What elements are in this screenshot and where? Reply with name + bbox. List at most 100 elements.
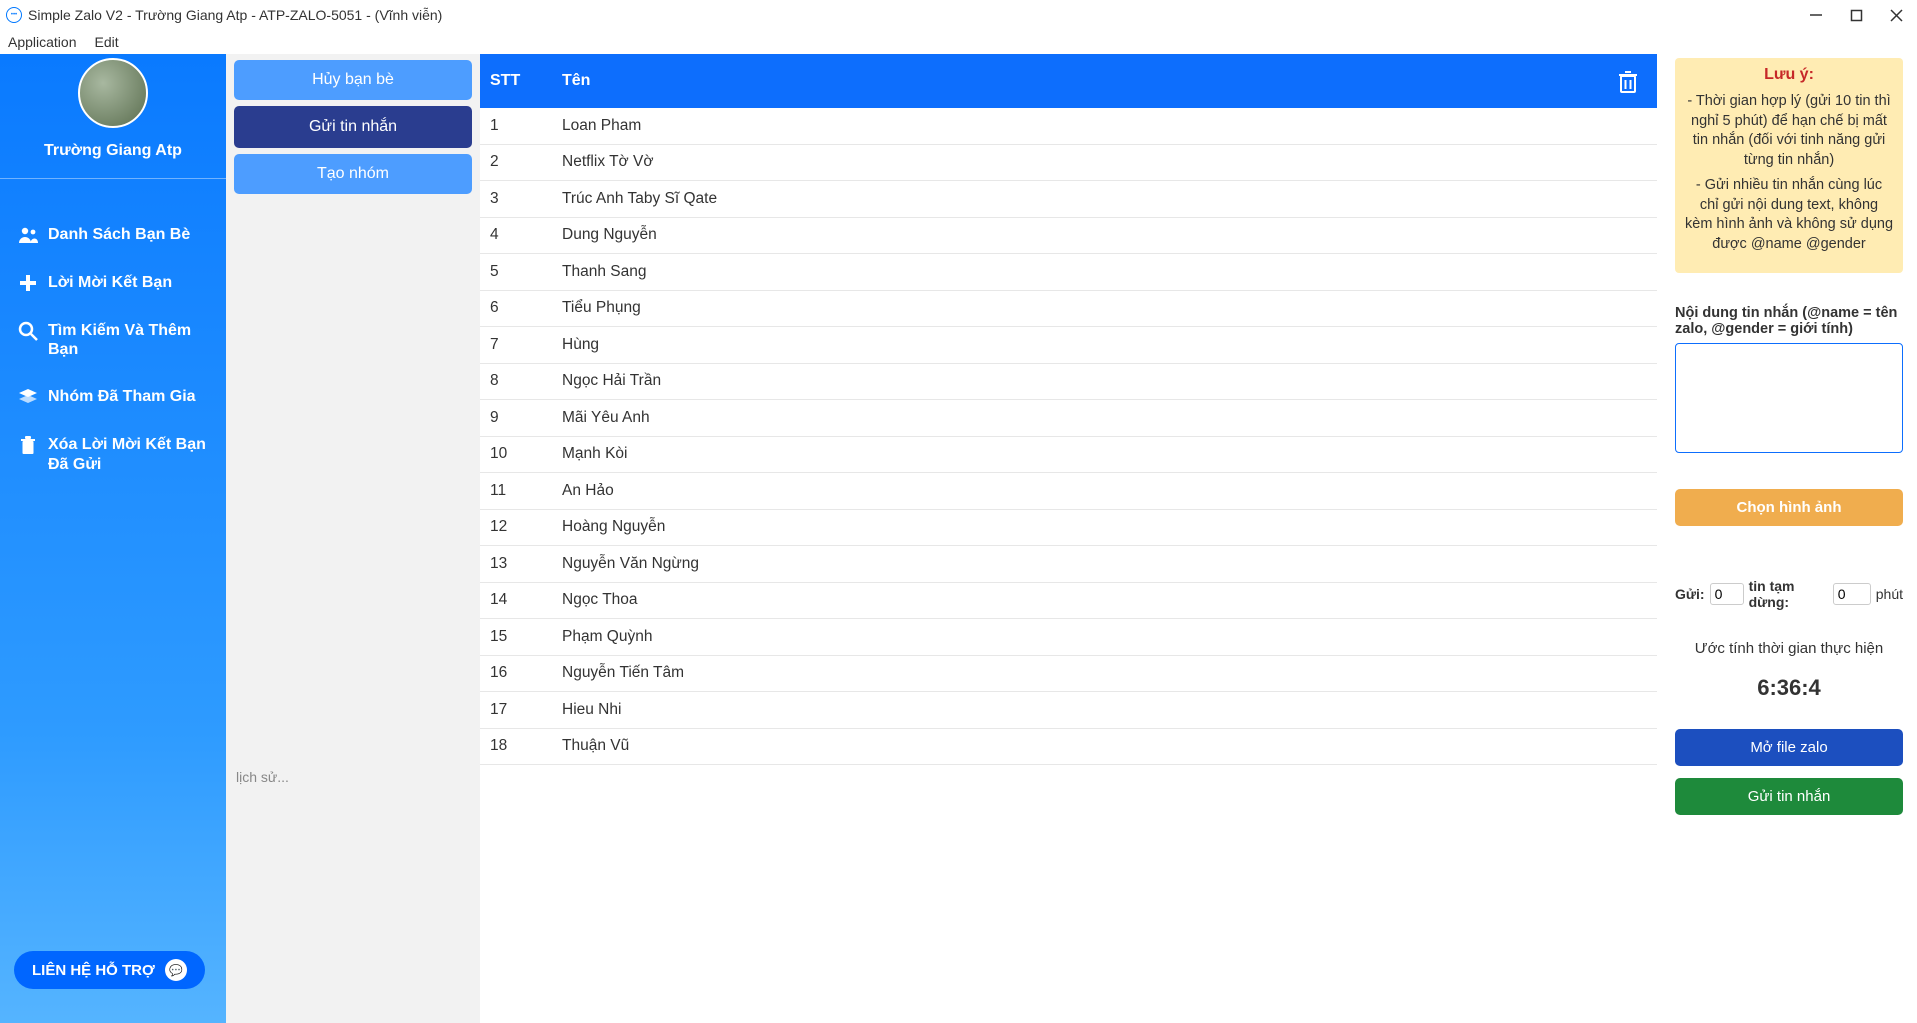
titlebar: Simple Zalo V2 - Trường Giang Atp - ATP-… — [0, 0, 1917, 30]
cell-name: Trúc Anh Taby Sĩ Qate — [562, 190, 1657, 208]
sidebar-item-friends[interactable]: Danh Sách Bạn Bè — [0, 211, 226, 259]
history-placeholder: lịch sử... — [236, 769, 289, 785]
cell-name: Mạnh Kòi — [562, 445, 1657, 463]
cell-name: Mãi Yêu Anh — [562, 409, 1657, 427]
cell-name: Dung Nguyễn — [562, 226, 1657, 244]
cell-stt: 2 — [480, 153, 562, 171]
send-label: Gửi: — [1675, 586, 1705, 602]
sidebar-item-delete-requests[interactable]: Xóa Lời Mời Kết Bạn Đã Gửi — [0, 421, 226, 487]
table-row[interactable]: 12Hoàng Nguyễn — [480, 510, 1657, 547]
cell-name: Netflix Tờ Vờ — [562, 153, 1657, 171]
support-button[interactable]: LIÊN HỆ HỖ TRỢ 💬 — [14, 951, 205, 989]
menu-application[interactable]: Application — [8, 34, 77, 50]
table-row[interactable]: 9Mãi Yêu Anh — [480, 400, 1657, 437]
send-settings: Gửi: tin tạm dừng: phút — [1675, 578, 1903, 610]
table-row[interactable]: 11An Hảo — [480, 473, 1657, 510]
message-label: Nội dung tin nhắn (@name = tên zalo, @ge… — [1675, 305, 1903, 337]
table-row[interactable]: 8Ngọc Hải Trần — [480, 364, 1657, 401]
table-row[interactable]: 13Nguyễn Văn Ngừng — [480, 546, 1657, 583]
users-icon — [18, 225, 38, 245]
estimate-time: 6:36:4 — [1675, 675, 1903, 701]
table-row[interactable]: 1Loan Pham — [480, 108, 1657, 145]
cell-name: Hieu Nhi — [562, 701, 1657, 719]
table-row[interactable]: 3Trúc Anh Taby Sĩ Qate — [480, 181, 1657, 218]
send-count-input[interactable] — [1710, 583, 1744, 605]
sidebar: Trường Giang Atp Danh Sách Bạn Bè Lời Mờ… — [0, 54, 226, 1023]
message-input[interactable] — [1675, 343, 1903, 453]
cell-stt: 3 — [480, 190, 562, 208]
chat-icon: 💬 — [165, 959, 187, 981]
close-button[interactable] — [1887, 6, 1905, 24]
table-row[interactable]: 10Mạnh Kòi — [480, 437, 1657, 474]
main-table: STT Tên 1Loan Pham2Netflix Tờ Vờ3Trúc An… — [480, 54, 1661, 1023]
pause-label: tin tạm dừng: — [1749, 578, 1828, 610]
sidebar-item-label: Nhóm Đã Tham Gia — [48, 387, 196, 406]
window-title: Simple Zalo V2 - Trường Giang Atp - ATP-… — [28, 7, 1807, 23]
cell-stt: 15 — [480, 628, 562, 646]
menu-edit[interactable]: Edit — [95, 34, 119, 50]
table-row[interactable]: 6Tiểu Phụng — [480, 291, 1657, 328]
open-file-button[interactable]: Mở file zalo — [1675, 729, 1903, 766]
username: Trường Giang Atp — [0, 142, 226, 160]
actions-column: Hủy bạn bè Gửi tin nhắn Tạo nhóm lịch sử… — [226, 54, 480, 1023]
sidebar-item-search[interactable]: Tìm Kiếm Và Thêm Bạn — [0, 307, 226, 373]
cell-name: Loan Pham — [562, 117, 1657, 135]
minimize-button[interactable] — [1807, 6, 1825, 24]
notice-title: Lưu ý: — [1685, 66, 1893, 84]
col-name: Tên — [562, 72, 1657, 90]
cell-stt: 18 — [480, 737, 562, 755]
cancel-friend-button[interactable]: Hủy bạn bè — [234, 60, 472, 100]
right-panel: Lưu ý: - Thời gian hợp lý (gửi 10 tin th… — [1661, 54, 1917, 1023]
table-row[interactable]: 5Thanh Sang — [480, 254, 1657, 291]
sidebar-item-label: Tìm Kiếm Và Thêm Bạn — [48, 321, 208, 359]
cell-name: Thanh Sang — [562, 263, 1657, 281]
cell-name: Nguyễn Văn Ngừng — [562, 555, 1657, 573]
sidebar-item-requests[interactable]: Lời Mời Kết Bạn — [0, 259, 226, 307]
create-group-button[interactable]: Tạo nhóm — [234, 154, 472, 194]
cell-name: Nguyễn Tiến Tâm — [562, 664, 1657, 682]
delete-all-button[interactable] — [1617, 70, 1639, 92]
avatar[interactable] — [78, 58, 148, 128]
cell-stt: 12 — [480, 518, 562, 536]
table-row[interactable]: 18Thuận Vũ — [480, 729, 1657, 766]
send-button[interactable]: Gửi tin nhắn — [1675, 778, 1903, 815]
table-row[interactable]: 7Hùng — [480, 327, 1657, 364]
send-message-button[interactable]: Gửi tin nhắn — [234, 106, 472, 148]
cell-name: Hoàng Nguyễn — [562, 518, 1657, 536]
trash-icon — [18, 435, 38, 455]
cell-name: Phạm Quỳnh — [562, 628, 1657, 646]
maximize-button[interactable] — [1847, 6, 1865, 24]
cell-name: Thuận Vũ — [562, 737, 1657, 755]
search-icon — [18, 321, 38, 341]
app-icon — [6, 7, 22, 23]
cell-stt: 5 — [480, 263, 562, 281]
table-row[interactable]: 2Netflix Tờ Vờ — [480, 145, 1657, 182]
notice-p2: - Gửi nhiều tin nhắn cùng lúc chỉ gửi nộ… — [1685, 176, 1893, 254]
cell-stt: 14 — [480, 591, 562, 609]
table-header: STT Tên — [480, 54, 1657, 108]
sidebar-item-label: Xóa Lời Mời Kết Bạn Đã Gửi — [48, 435, 208, 473]
minute-label: phút — [1876, 586, 1903, 602]
cell-stt: 1 — [480, 117, 562, 135]
sidebar-item-groups[interactable]: Nhóm Đã Tham Gia — [0, 373, 226, 421]
choose-image-button[interactable]: Chọn hình ảnh — [1675, 489, 1903, 526]
table-row[interactable]: 17Hieu Nhi — [480, 692, 1657, 729]
table-row[interactable]: 16Nguyễn Tiến Tâm — [480, 656, 1657, 693]
cell-name: Ngọc Thoa — [562, 591, 1657, 609]
sidebar-item-label: Danh Sách Bạn Bè — [48, 225, 190, 244]
estimate-label: Ước tính thời gian thực hiện — [1675, 640, 1903, 657]
cell-stt: 17 — [480, 701, 562, 719]
table-row[interactable]: 4Dung Nguyễn — [480, 218, 1657, 255]
notice-p1: - Thời gian hợp lý (gửi 10 tin thì nghỉ … — [1685, 92, 1893, 170]
table-row[interactable]: 14Ngọc Thoa — [480, 583, 1657, 620]
divider — [0, 178, 226, 179]
cell-name: Ngọc Hải Trần — [562, 372, 1657, 390]
menubar: Application Edit — [0, 30, 1917, 54]
pause-input[interactable] — [1833, 583, 1871, 605]
table-row[interactable]: 15Phạm Quỳnh — [480, 619, 1657, 656]
cell-stt: 9 — [480, 409, 562, 427]
sidebar-item-label: Lời Mời Kết Bạn — [48, 273, 172, 292]
cell-stt: 16 — [480, 664, 562, 682]
notice-box: Lưu ý: - Thời gian hợp lý (gửi 10 tin th… — [1675, 58, 1903, 273]
history-box[interactable]: lịch sử... — [234, 763, 472, 1023]
